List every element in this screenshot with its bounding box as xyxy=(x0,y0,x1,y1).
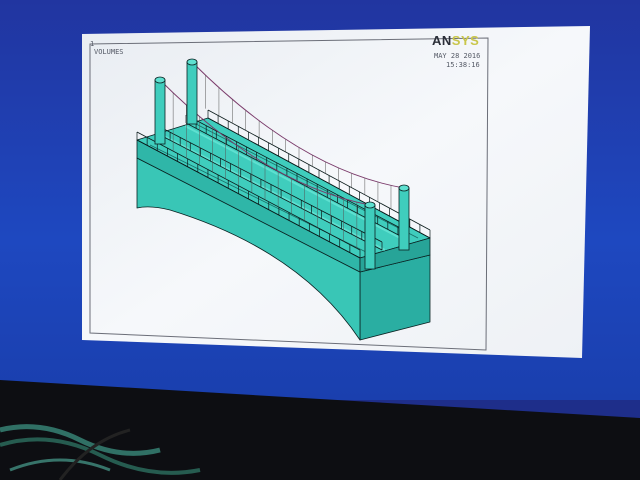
photo-scene xyxy=(0,0,640,480)
window-number: 1 xyxy=(90,40,95,48)
plot-time: 15:38:16 xyxy=(446,61,480,69)
plot-label: VOLUMES xyxy=(94,48,124,56)
ansys-logo: ANSYS xyxy=(432,33,480,48)
plot-date: MAY 28 2016 xyxy=(434,52,481,60)
